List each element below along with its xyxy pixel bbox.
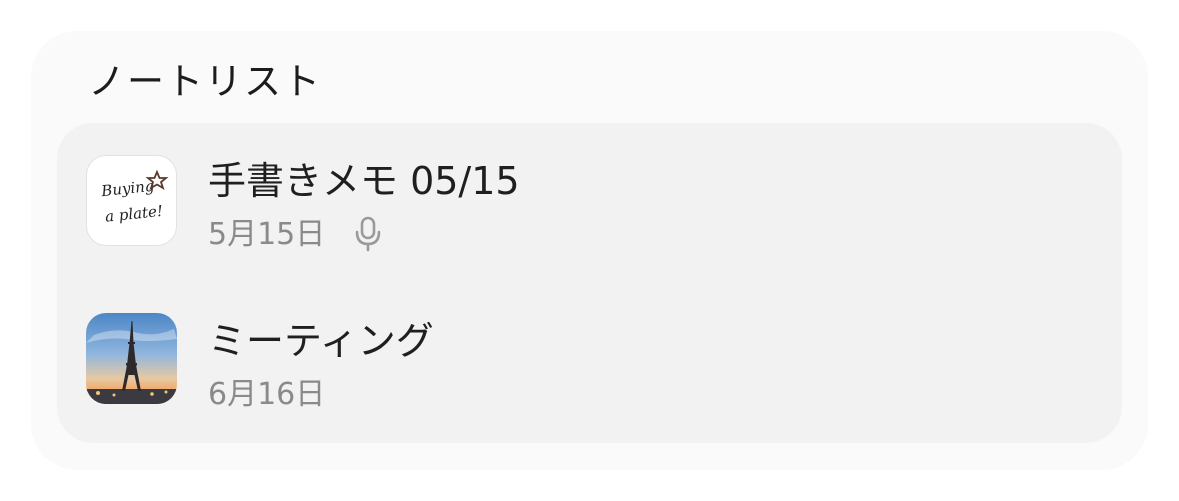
thumbnail-handwriting-line1: Buying <box>99 177 155 201</box>
microphone-icon <box>355 216 381 252</box>
note-thumbnail <box>86 313 177 404</box>
note-date: 6月16日 <box>208 377 326 412</box>
list-item-note-handwritten[interactable]: Buying a plate! 手書きメモ 05/15 5月15日 <box>57 123 1122 283</box>
section-title: ノートリスト <box>88 60 322 103</box>
note-date: 5月15日 <box>208 217 326 252</box>
note-title: ミーティング <box>208 319 434 363</box>
note-thumbnail: Buying a plate! <box>86 155 177 246</box>
note-list: Buying a plate! 手書きメモ 05/15 5月15日 ミーティング… <box>57 123 1122 443</box>
list-item-note-meeting[interactable]: ミーティング 6月16日 <box>57 283 1122 443</box>
eiffel-tower-photo <box>86 313 177 404</box>
thumbnail-handwriting-line2: a plate! <box>104 202 164 226</box>
note-title: 手書きメモ 05/15 <box>208 159 520 203</box>
